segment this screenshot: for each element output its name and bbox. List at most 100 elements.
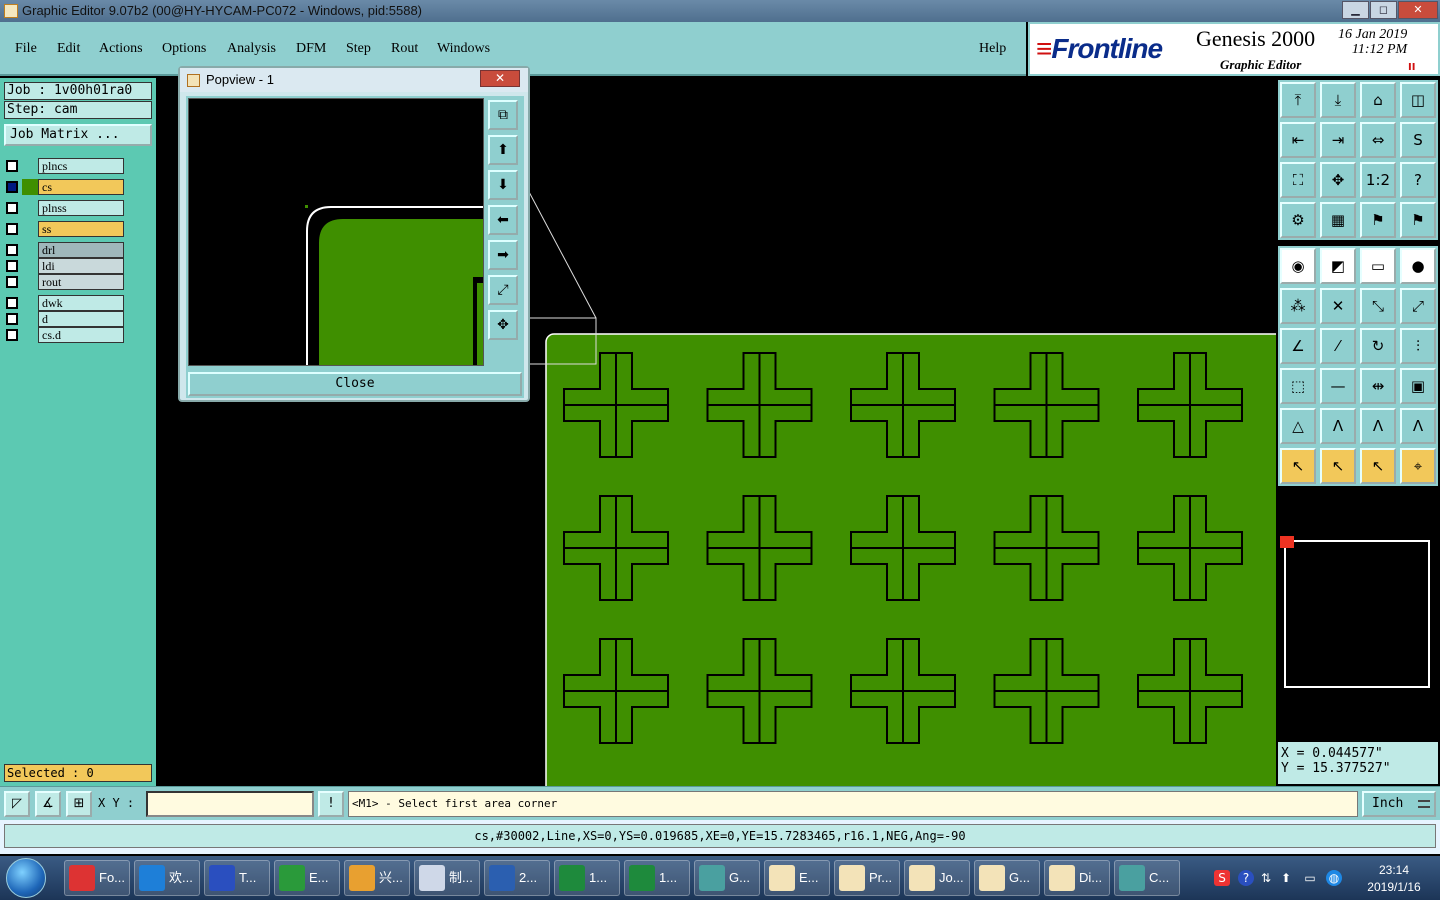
layer-name[interactable]: ss [38,221,124,237]
popview-window[interactable]: Popview - 1 ✕ ⧉ ⬆ ⬇ ⬅ ➡ ⤢ ✥ Close [178,66,530,402]
zoom-out-icon[interactable]: ⤓ [1320,82,1356,118]
window-icon[interactable]: ◫ [1400,82,1436,118]
maximize-button[interactable]: ◻ [1370,1,1397,19]
layer-row[interactable]: drl [4,242,126,258]
layer-name[interactable]: cs [38,179,124,195]
arc-alt-icon[interactable]: Λ [1360,408,1396,444]
pad-icon[interactable]: ◉ [1280,248,1316,284]
tray-globe-icon[interactable]: ◍ [1326,870,1342,886]
taskbar-item[interactable]: C... [1114,860,1180,896]
popview-fit-icon[interactable]: ⤢ [488,275,518,305]
taskbar-item[interactable]: Di... [1044,860,1110,896]
layer-checkbox[interactable] [6,160,18,172]
popview-pan-left-icon[interactable]: ⬅ [488,205,518,235]
menu-step[interactable]: Step [346,41,371,57]
net-icon[interactable]: ⁂ [1280,288,1316,324]
dot-icon[interactable]: ● [1400,248,1436,284]
taskbar-item[interactable]: 1... [554,860,620,896]
start-button[interactable] [6,858,46,898]
layer-checkbox[interactable] [6,223,18,235]
settings-icon[interactable]: ⚙ [1280,202,1316,238]
layer-row[interactable]: ldi [4,258,126,274]
pointer-icon[interactable]: ↖ [1280,448,1316,484]
center-icon[interactable]: ✥ [1320,162,1356,198]
fit-icon[interactable]: ⛶ [1280,162,1316,198]
measure-icon[interactable]: ⚑ [1360,202,1396,238]
popview-pan-up-icon[interactable]: ⬆ [488,135,518,165]
measure-alt-icon[interactable]: ⚑ [1400,202,1436,238]
taskbar-item[interactable]: G... [974,860,1040,896]
layer-row[interactable]: cs.d [4,327,126,343]
help-icon[interactable]: ? [1400,162,1436,198]
home-icon[interactable]: ⌂ [1360,82,1396,118]
taskbar-item[interactable]: 欢... [134,860,200,896]
flip-icon[interactable]: ⫶ [1400,328,1436,364]
slope-icon[interactable]: ⁄ [1320,328,1356,364]
taskbar-item[interactable]: Jo... [904,860,970,896]
taskbar-item[interactable]: Pr... [834,860,900,896]
layer-checkbox[interactable] [6,244,18,256]
delete-icon[interactable]: ✕ [1320,288,1356,324]
layer-name[interactable]: rout [38,274,124,290]
close-button[interactable]: ✕ [1398,1,1438,19]
system-clock[interactable]: 23:14 2019/1/16 [1352,862,1436,896]
layer-checkbox[interactable] [6,329,18,341]
layer-checkbox[interactable] [6,260,18,272]
layer-checkbox[interactable] [6,313,18,325]
arc-icon[interactable]: Λ [1320,408,1356,444]
layer-name[interactable]: dwk [38,295,124,311]
connect-alt-icon[interactable]: ⤢ [1400,288,1436,324]
grid-icon[interactable]: ⊞ [66,791,92,817]
popview-pan-down-icon[interactable]: ⬇ [488,170,518,200]
pointer-path-icon[interactable]: ⌖ [1400,448,1436,484]
pointer-box-icon[interactable]: ↖ [1320,448,1356,484]
menu-analysis[interactable]: Analysis [227,41,276,57]
triangle-icon[interactable]: △ [1280,408,1316,444]
select-box-icon[interactable]: ▣ [1400,368,1436,404]
grid-icon[interactable]: ▦ [1320,202,1356,238]
layer-row[interactable]: dwk [4,295,126,311]
layer-checkbox[interactable] [6,181,18,193]
layer-name[interactable]: plnss [38,200,124,216]
rotate-icon[interactable]: ↻ [1360,328,1396,364]
stretch-icon[interactable]: ⇹ [1360,368,1396,404]
taskbar-item[interactable]: T... [204,860,270,896]
line-icon[interactable]: — [1320,368,1356,404]
menu-windows[interactable]: Windows [437,41,490,57]
taskbar-item[interactable]: 兴... [344,860,410,896]
xy-input[interactable] [146,791,314,817]
job-matrix-button[interactable]: Job Matrix ... [4,124,152,146]
layer-checkbox[interactable] [6,276,18,288]
layer-name[interactable]: drl [38,242,124,258]
layer-row[interactable]: plncs [4,158,126,174]
taskbar-item[interactable]: 制... [414,860,480,896]
pan-right-icon[interactable]: ⇥ [1320,122,1356,158]
layer-row[interactable]: cs [4,179,126,195]
polygon-icon[interactable]: ◩ [1320,248,1356,284]
snap-icon[interactable]: ◸ [4,791,30,817]
alert-button[interactable]: ! [318,791,344,817]
pan-home-icon[interactable]: ⇔ [1360,122,1396,158]
layer-name[interactable]: plncs [38,158,124,174]
popview-canvas[interactable] [188,98,484,366]
layer-name[interactable]: cs.d [38,327,124,343]
pan-left-icon[interactable]: ⇤ [1280,122,1316,158]
popview-center-icon[interactable]: ✥ [488,310,518,340]
menu-help[interactable]: Help [979,41,1006,57]
redraw-icon[interactable]: S [1400,122,1436,158]
window-title-bar[interactable]: Graphic Editor 9.07b2 (00@HY-HYCAM-PC072… [0,0,1440,22]
pointer-circle-icon[interactable]: ↖ [1360,448,1396,484]
menu-actions[interactable]: Actions [99,41,143,57]
zoom-in-icon[interactable]: ⤒ [1280,82,1316,118]
menu-edit[interactable]: Edit [57,41,80,57]
scale-icon[interactable]: 1:2 [1360,162,1396,198]
taskbar-item[interactable]: G... [694,860,760,896]
menu-dfm[interactable]: DFM [296,41,326,57]
minimize-button[interactable]: ▁ [1342,1,1369,19]
layer-row[interactable]: rout [4,274,126,290]
taskbar-item[interactable]: 2... [484,860,550,896]
popview-zoom-icon[interactable]: ⧉ [488,100,518,130]
layer-name[interactable]: d [38,311,124,327]
popview-close-button[interactable]: Close [188,372,522,396]
popview-close-x[interactable]: ✕ [480,70,520,87]
